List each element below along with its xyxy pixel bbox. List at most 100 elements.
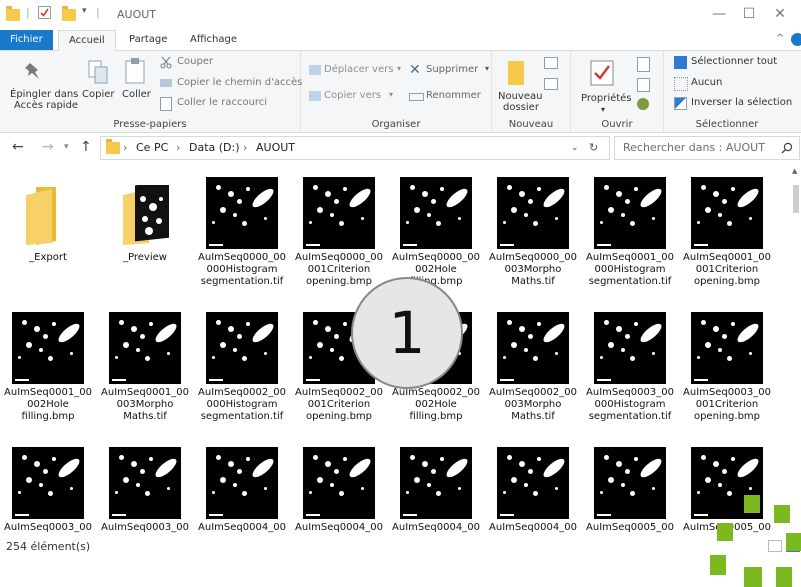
pin-quick-access-button[interactable]: Épingler dans Accès rapide — [3, 55, 78, 117]
file-name-line: Maths.tif — [511, 411, 555, 422]
crumb-auout[interactable]: AUOUT — [256, 141, 295, 154]
close-button[interactable]: ✕ — [766, 4, 794, 24]
tab-fichier[interactable]: Fichier — [0, 30, 53, 50]
help-icon[interactable] — [791, 33, 801, 46]
file-item[interactable]: AuImSeq0001_00 002Hole filling.bmp — [0, 298, 96, 431]
particle-blob — [701, 185, 706, 190]
copy-button[interactable]: Copier — [82, 55, 118, 117]
file-item[interactable]: AuImSeq0003_00 — [97, 433, 193, 534]
particle-blob — [600, 356, 603, 359]
file-item[interactable]: AuImSeq0003_00 — [0, 433, 96, 534]
recent-locations-icon[interactable]: ▾ — [64, 142, 69, 152]
scrollbar-thumb[interactable] — [793, 185, 799, 213]
search-box[interactable]: Rechercher dans : AUOUT — [614, 136, 800, 160]
file-item[interactable]: AuImSeq0004_00 — [291, 433, 387, 534]
back-arrow-icon[interactable]: ← — [12, 139, 24, 155]
file-item[interactable]: AuImSeq0003_00 000Histogram segmentation.t… — [582, 298, 678, 431]
history-icon[interactable] — [637, 98, 649, 110]
new-folder-qa-icon[interactable] — [62, 6, 76, 21]
image-thumbnail — [303, 447, 375, 519]
move-to-button[interactable]: Déplacer vers ▾ — [309, 63, 403, 79]
file-item[interactable]: AuImSeq0003_00 001Criterion opening.bmp — [679, 298, 775, 431]
open-icon[interactable] — [637, 57, 650, 72]
delete-button[interactable]: ✕ Supprimer ▾ — [409, 62, 489, 79]
particle-blob — [705, 207, 711, 213]
particle-blob — [34, 461, 40, 467]
particle-blob — [427, 213, 431, 217]
particle-blob — [361, 487, 364, 490]
copy-path-button[interactable]: Copier le chemin d'accès — [160, 76, 302, 92]
particle-blob — [634, 457, 638, 461]
particle-blob — [621, 348, 625, 352]
file-item[interactable]: AuImSeq0002_00 003Morpho Maths.tif — [485, 298, 581, 431]
tab-affichage[interactable]: Affichage — [180, 30, 247, 50]
minimize-button[interactable]: — — [705, 4, 733, 24]
crumb-ce-pc[interactable]: Ce PC — [136, 141, 168, 154]
maximize-button[interactable]: ☐ — [735, 4, 763, 24]
file-item[interactable]: AuImSeq0001_00 000Histogram segmentation.t… — [582, 163, 678, 296]
tab-accueil[interactable]: Accueil — [58, 30, 116, 52]
address-box[interactable]: › Ce PC › Data (D:) › AUOUT ⌄ ↻ — [100, 136, 610, 160]
properties-qa-icon[interactable] — [38, 6, 51, 19]
file-name-line: _Preview — [123, 252, 167, 263]
particle-blob — [537, 187, 541, 191]
copy-to-button[interactable]: Copier vers ▾ — [309, 89, 395, 105]
new-folder-button[interactable]: Nouveau dossier — [496, 55, 542, 117]
particle-blob — [697, 491, 700, 494]
particle-blob — [524, 348, 528, 352]
particle-blob — [264, 217, 267, 220]
cut-button[interactable]: Couper — [160, 55, 298, 71]
large-particle — [637, 185, 665, 211]
file-item[interactable]: AuImSeq0004_00 — [194, 433, 290, 534]
select-none-button[interactable]: Aucun — [674, 76, 790, 92]
file-item[interactable]: AuImSeq0000_00 002Hole filling.bmp — [388, 163, 484, 296]
forward-arrow-icon[interactable]: → — [42, 139, 54, 155]
file-item[interactable]: AuImSeq0002_00 000Histogram segmentation.t… — [194, 298, 290, 431]
file-item[interactable]: AuImSeq0004_00 — [485, 433, 581, 534]
folder-icon — [22, 185, 74, 247]
particle-blob — [507, 185, 512, 190]
file-item[interactable]: AuImSeq0001_00 001Criterion opening.bmp — [679, 163, 775, 296]
address-dropdown-icon[interactable]: ⌄ — [571, 143, 579, 153]
particle-blob — [18, 491, 21, 494]
customize-qa-icon[interactable]: ▾ — [82, 6, 87, 16]
file-name-line: AuImSeq0001_00 — [101, 387, 189, 398]
file-item[interactable]: AuImSeq0005_00 — [582, 433, 678, 534]
tab-partage[interactable]: Partage — [119, 30, 177, 50]
particle-blob — [406, 491, 409, 494]
paste-shortcut-button[interactable]: Coller le raccourci — [160, 96, 298, 112]
edit-icon[interactable] — [637, 78, 650, 92]
particle-blob — [334, 469, 339, 474]
file-item[interactable]: AuImSeq0000_00 003Morpho Maths.tif — [485, 163, 581, 296]
rename-label: Renommer — [426, 90, 481, 101]
up-arrow-icon[interactable]: ↑ — [80, 139, 92, 155]
file-item[interactable]: AuImSeq0004_00 — [388, 433, 484, 534]
folder-item[interactable]: _Preview — [97, 163, 193, 296]
refresh-icon[interactable]: ↻ — [589, 141, 598, 154]
particle-blob — [167, 487, 170, 490]
file-item[interactable]: AuImSeq0000_00 000Histogram segmentation.t… — [194, 163, 290, 296]
large-particle — [734, 455, 762, 481]
paste-button[interactable]: Coller — [120, 55, 154, 117]
folder-item[interactable]: _Export — [0, 163, 96, 296]
file-name: AuImSeq0000_00 000Histogram segmentation.t… — [194, 252, 290, 288]
properties-button[interactable]: Propriétés ▾ — [579, 55, 632, 117]
paste-label: Coller — [122, 89, 151, 100]
file-name-line: 000Histogram — [206, 264, 278, 275]
crumb-data-d[interactable]: Data (D:) — [189, 141, 240, 154]
file-item[interactable]: AuImSeq0000_00 001Criterion opening.bmp — [291, 163, 387, 296]
particle-blob — [616, 326, 622, 332]
invert-selection-button[interactable]: Inverser la sélection — [674, 96, 792, 112]
new-item-icon[interactable] — [544, 57, 558, 69]
collapse-ribbon-icon[interactable]: ^ — [776, 33, 784, 44]
select-all-button[interactable]: Sélectionner tout — [674, 55, 790, 71]
particle-blob — [309, 356, 312, 359]
address-bar-row: ← → ▾ ↑ › Ce PC › Data (D:) › AUOUT ⌄ ↻ … — [0, 133, 801, 163]
large-particle — [249, 455, 277, 481]
scroll-up-icon[interactable]: ▲ — [792, 167, 797, 175]
particle-blob — [149, 322, 153, 326]
rename-button[interactable]: Renommer — [409, 89, 489, 105]
file-item[interactable]: AuImSeq0001_00 003Morpho Maths.tif — [97, 298, 193, 431]
easy-access-icon[interactable] — [544, 78, 558, 90]
vertical-scrollbar[interactable]: ▲ — [791, 163, 801, 534]
